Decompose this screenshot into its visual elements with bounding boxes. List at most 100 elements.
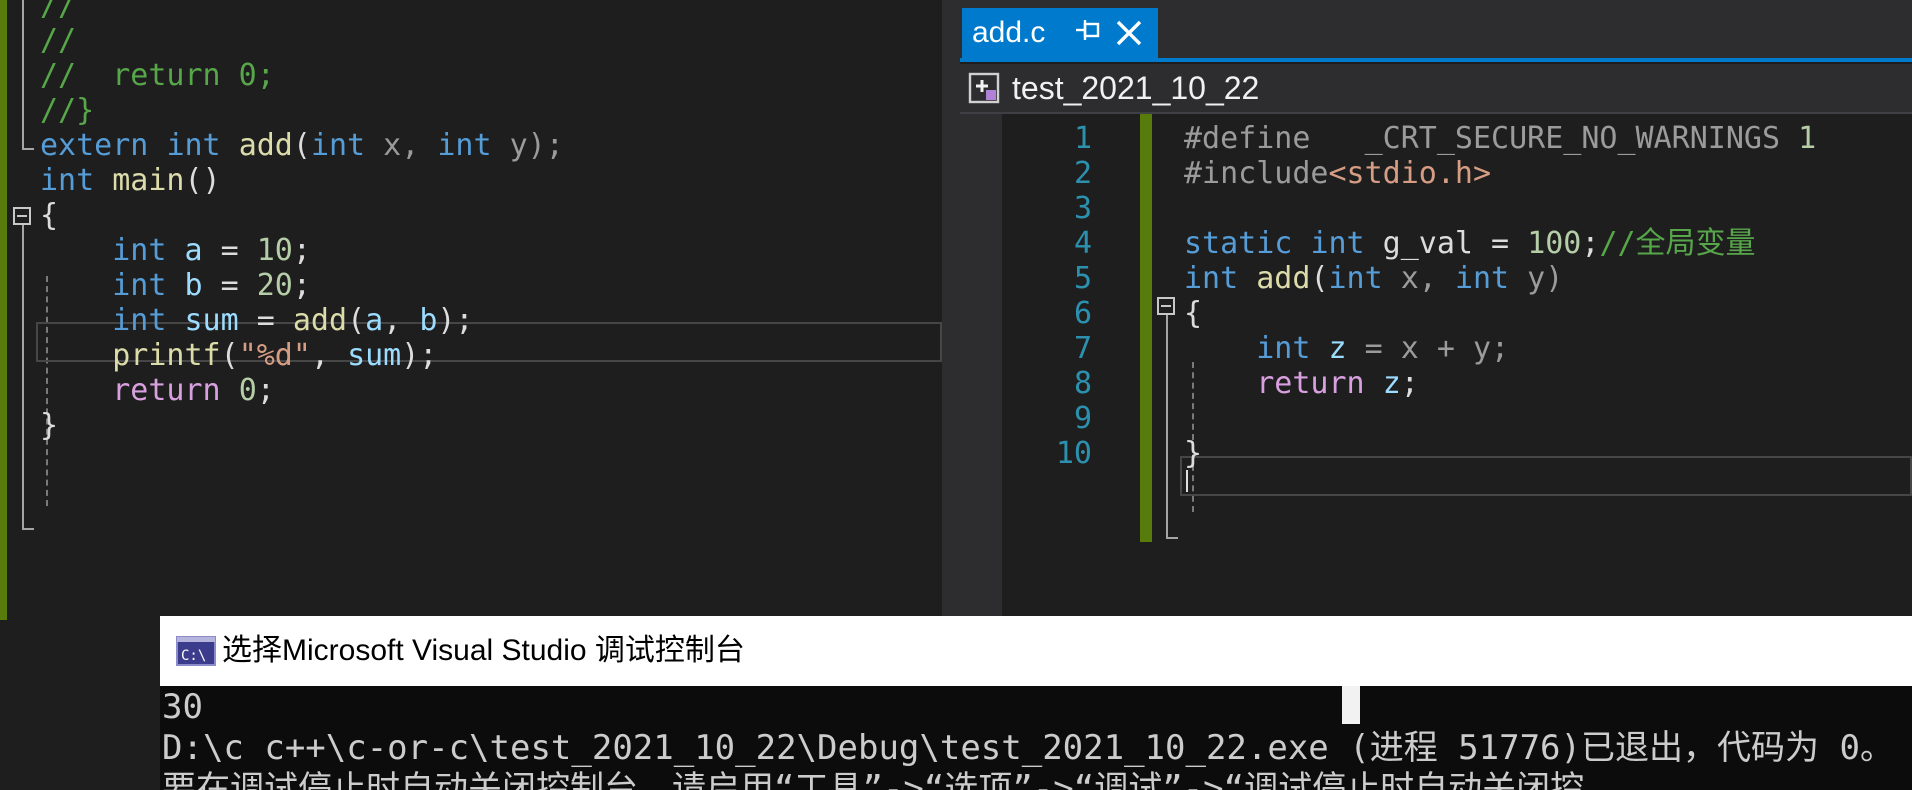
code-token: return [1256,366,1365,401]
close-icon[interactable] [1112,16,1146,50]
code-token: // return 0; [40,58,275,93]
code-token: () [184,163,221,198]
left-change-marker-bar [0,0,7,620]
code-token: b [419,303,438,338]
code-token: ; [292,268,311,303]
console-titlebar[interactable]: C:\ 选择Microsoft Visual Studio 调试控制台 [160,616,1912,686]
code-token: x, [1382,261,1455,296]
code-token: int [1310,226,1365,261]
code-token: // [40,23,77,58]
code-line[interactable]: int add(int x, int y) [1184,258,1563,300]
code-token: add [1256,261,1311,296]
code-token: 100 [1527,226,1582,261]
code-line[interactable]: } [1184,433,1202,475]
add-collapse-toggle[interactable] [1157,297,1175,315]
code-token: "%d" [238,338,311,373]
code-token: add [292,303,348,338]
code-token: int [1328,261,1383,296]
right-change-marker-bar [1140,114,1152,542]
code-token: x, [365,128,438,163]
code-token: //全局变量 [1599,226,1756,261]
current-line-highlight-right [1180,456,1912,496]
code-token: extern [40,128,149,163]
code-token: //} [40,93,95,128]
main-fold-bracket [22,225,24,530]
editor-splitter[interactable] [942,0,960,620]
console-caret [1342,686,1360,724]
code-token: 20 [256,268,293,303]
tab-accent-line [960,58,1912,62]
indicator-margin [960,114,1002,620]
code-token: int [112,268,167,303]
code-token: ( [347,303,366,338]
left-code-editor[interactable]: ////// return 0;//} extern int add(int x,… [0,0,942,620]
code-token: ( [220,338,239,373]
code-token: int [1184,261,1239,296]
code-token: int [310,128,366,163]
code-token: ; [292,233,311,268]
code-token: 10 [256,233,293,268]
console-icon: C:\ [176,636,216,666]
code-token: } [1184,436,1203,471]
tab-add-c[interactable]: add.c [962,8,1158,58]
code-token: ; [256,373,275,408]
code-token: } [40,408,59,443]
code-token: = [238,303,293,338]
code-line[interactable]: int main() [40,160,221,202]
console-output-line: 要在调试停止时自动关闭控制台，请启用“工具”->“选项”->“调试”->“调试停… [162,769,1585,790]
navigation-bar[interactable]: test_2021_10_22 [960,64,1912,114]
code-token: #define [1184,121,1311,156]
svg-text:C:\: C:\ [181,648,206,664]
console-output-line: D:\c c++\c-or-c\test_2021_10_22\Debug\te… [162,728,1894,768]
code-token: , [310,338,348,373]
code-token: z [1328,331,1347,366]
code-line[interactable]: #include<stdio.h> [1184,153,1491,195]
code-token: ( [1310,261,1329,296]
pin-icon[interactable] [1074,14,1102,52]
code-token: int [112,233,167,268]
line-number: 10 [1055,436,1092,471]
code-token: ( [292,128,311,163]
code-token: main [112,163,185,198]
project-icon [968,72,1000,104]
comment-fold-bracket-end [22,148,34,150]
code-token: static [1184,226,1293,261]
code-token: #include [1184,156,1329,191]
code-token: ; [1400,366,1419,401]
project-dropdown[interactable]: test_2021_10_22 [1012,66,1259,110]
code-token: , [383,303,420,338]
code-token: sum [347,338,402,373]
code-token: _CRT_SECURE_NO_WARNINGS [1364,121,1781,156]
tab-title: add.c [972,16,1046,49]
add-fold-bracket [1166,315,1168,539]
code-line[interactable]: return z; [1184,363,1419,405]
code-token: y) [1509,261,1564,296]
code-line[interactable]: return 0; [40,370,275,412]
tab-strip: add.c [960,0,1912,62]
code-token: g_val = [1364,226,1528,261]
code-token: a [365,303,384,338]
comment-fold-bracket [22,0,24,150]
console-output-line: 30 [162,687,203,727]
code-line[interactable]: } [40,405,58,447]
right-code-editor-pane: add.c test_2021_10_22 1 2 3 4 5 6 7 8 9 10 [960,0,1912,620]
debug-console-window[interactable]: C:\ 选择Microsoft Visual Studio 调试控制台 30 D… [160,616,1912,790]
code-token: = x + y; [1346,331,1510,366]
code-token: a [184,233,203,268]
code-token: 1 [1798,121,1817,156]
code-token: = [202,268,257,303]
main-collapse-toggle[interactable] [13,207,31,225]
